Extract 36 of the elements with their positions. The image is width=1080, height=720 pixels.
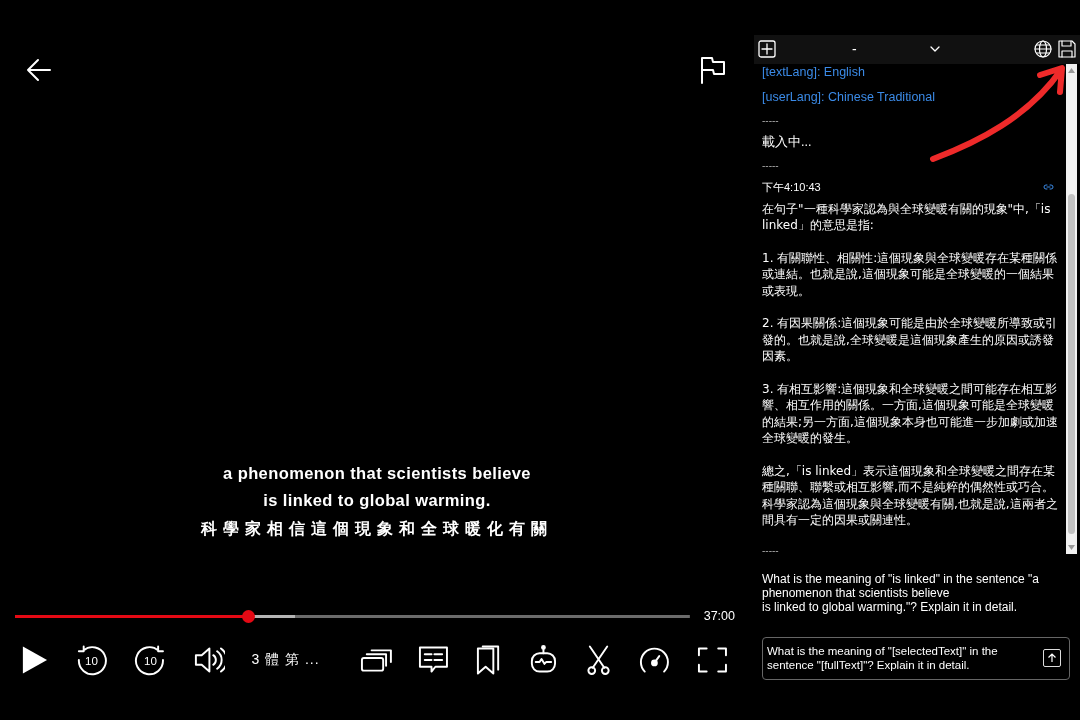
timestamp: 下午4:10:43 <box>762 179 821 195</box>
loading-text: 載入中... <box>762 134 813 150</box>
answer-paragraph: 總之,「is linked」表示這個現象和全球變暖之間存在某種關聯、聯繫或相互影響,而不是純粹的偶然性或巧合。科學家認為這個現象與全球變暖有關,也就是說,這兩者之間具有一定的因果或關連性。 <box>762 462 1058 529</box>
episodes-icon[interactable] <box>359 646 393 674</box>
language-setting: [userLang]: Chinese Traditional <box>762 89 937 105</box>
separator-text: ----- <box>762 159 780 172</box>
question-text: What is the meaning of "is linked" in the sentence "a phenomenon that scientists believe is linked to global warming."? Explain it in detail. <box>761 570 1040 616</box>
language-setting: [textLang]: English <box>762 64 866 80</box>
scrollbar[interactable] <box>1066 63 1077 554</box>
volume-icon[interactable] <box>192 645 226 675</box>
answer-paragraph: 在句子"一種科學家認為與全球變暖有關的現象"中,「is linked」的意思是指: <box>762 200 1052 234</box>
subtitles-icon[interactable] <box>418 644 450 676</box>
globe-icon[interactable] <box>1034 40 1052 59</box>
answer-paragraph: 3. 有相互影響:這個現象和全球變暖之間可能存在相互影響、相互作用的關係。一方面,這個現象可能是全球變暖的結果;另一方面,這個現象本身也可能進一步加劇或加速全球變暖的發生。 <box>762 380 1058 447</box>
separator-text: ----- <box>762 544 780 554</box>
answer-paragraph: 2. 有因果關係:這個現象可能是由於全球變暖所導致或引發的。也就是說,全球變暖是這個現象產生的原因或誘發因素。 <box>762 315 1058 365</box>
flag-icon[interactable] <box>698 55 728 85</box>
answer-paragraph: 1. 有關聯性、相關性:這個現象與全球變暖存在某種關係或連結。也就是說,這個現象可能是全球變暖的一個結果或表現。 <box>762 249 1058 300</box>
scrollbar-thumb[interactable] <box>1068 193 1075 534</box>
play-icon[interactable] <box>20 644 49 676</box>
duration-label: 37:00 <box>703 609 735 623</box>
episode-title: 3 體 第 ... <box>251 651 320 669</box>
subtitle-line: is linked to global warming. <box>263 490 491 511</box>
save-icon[interactable] <box>1058 40 1076 59</box>
fullscreen-icon[interactable] <box>697 646 728 674</box>
scissors-icon[interactable] <box>585 644 613 676</box>
subtitle-line: a phenomenon that scientists believe <box>223 463 531 484</box>
link-icon[interactable] <box>1043 184 1054 191</box>
progress-handle[interactable] <box>241 609 255 623</box>
separator-text: ----- <box>762 114 780 127</box>
prompt-input[interactable]: What is the meaning of "[selectedText]" in the sentence "[fullText]"? Explain it in detail. <box>762 637 1070 680</box>
chevron-down-icon[interactable] <box>930 46 940 53</box>
send-button[interactable] <box>1043 648 1061 667</box>
arrow-up-icon <box>1047 652 1057 663</box>
add-icon[interactable] <box>758 40 776 59</box>
subtitle-translation: 科學家相信這個現象和全球暖化有關 <box>201 519 553 540</box>
